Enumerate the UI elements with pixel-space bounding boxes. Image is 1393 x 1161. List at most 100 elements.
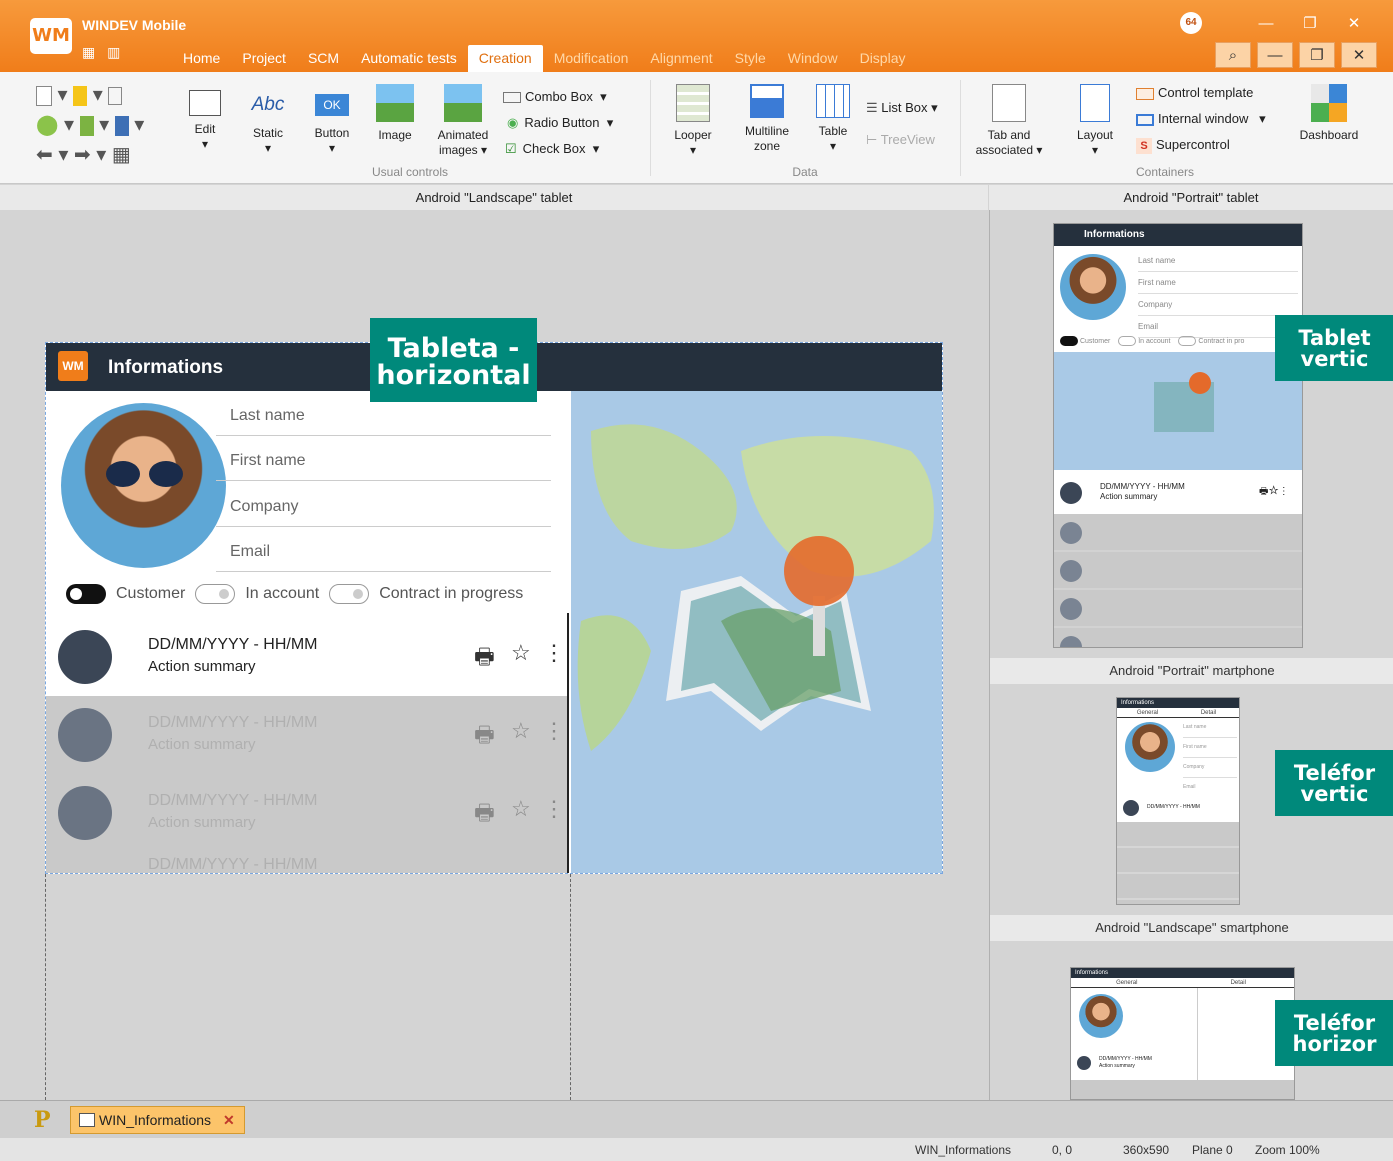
multiline-zone-button[interactable]: Multiline zone xyxy=(736,84,798,154)
print-icon[interactable]: 🖶 xyxy=(474,796,495,834)
mini-phone-photo xyxy=(1125,722,1175,772)
table-button[interactable]: Table ▾ xyxy=(810,84,856,154)
internal-window-label: Internal window xyxy=(1158,111,1249,126)
treeview-button[interactable]: ⊢ TreeView xyxy=(866,124,956,156)
star-icon[interactable]: ☆ xyxy=(511,640,531,666)
world-map-graphic xyxy=(577,424,934,751)
image-control-button[interactable]: Image xyxy=(372,84,418,143)
tab-style[interactable]: Style xyxy=(724,45,777,72)
supercontrol-button[interactable]: S Supercontrol xyxy=(1136,132,1296,158)
row-summary: Action summary xyxy=(148,814,256,831)
restore-button[interactable]: ❐ xyxy=(1291,12,1329,36)
tab-display[interactable]: Display xyxy=(849,45,917,72)
scrollbar[interactable] xyxy=(567,613,569,873)
in-account-toggle[interactable] xyxy=(195,584,236,604)
mini-toggle-label: In account xyxy=(1138,337,1171,345)
list-item[interactable]: DD/MM/YYYY - HH/MM xyxy=(46,852,568,873)
more-icon[interactable]: ⋮ xyxy=(543,718,565,744)
list-item[interactable]: DD/MM/YYYY - HH/MM Action summary 🖶 ☆ ⋮ xyxy=(46,774,568,852)
layout-button[interactable]: Layout ▾ xyxy=(1068,84,1122,158)
ribbon-separator xyxy=(650,80,651,176)
tablet-horizontal-callout: Tableta - horizontal xyxy=(370,318,537,402)
mini-fields: Last name First name Company Email xyxy=(1138,250,1298,338)
quick-access-toolbar[interactable]: ▦ ▥ xyxy=(82,44,124,61)
list-item[interactable]: DD/MM/YYYY - HH/MM Action summary 🖶 ☆ ⋮ xyxy=(46,618,568,696)
tab-home[interactable]: Home xyxy=(172,45,231,72)
tab-and-associated-button[interactable]: Tab and associated ▾ xyxy=(974,84,1044,158)
close-button[interactable]: ✕ xyxy=(1335,12,1373,36)
company-field[interactable]: Company xyxy=(216,487,551,527)
print-icon[interactable]: 🖶 xyxy=(474,640,495,678)
static-control-button[interactable]: Abc Static ▾ xyxy=(243,90,293,156)
tab-creation[interactable]: Creation xyxy=(467,45,543,72)
more-icon[interactable]: ⋮ xyxy=(543,796,565,822)
dashboard-button[interactable]: Dashboard xyxy=(1292,84,1366,143)
tablet-vertical-callout: Tablet vertic xyxy=(1275,315,1393,381)
check-box-button[interactable]: ☑ Check Box ▾ xyxy=(503,136,643,162)
radio-button-button[interactable]: ◉ Radio Button ▾ xyxy=(503,110,643,136)
tab-scm[interactable]: SCM xyxy=(297,45,350,72)
mini-toggles: Customer In account Contract in pro xyxy=(1060,336,1302,346)
last-name-field[interactable]: Last name xyxy=(216,396,551,436)
looper-label: Looper xyxy=(674,128,712,142)
mini-portrait-phone[interactable]: Informations General Detail Last name Fi… xyxy=(1116,697,1240,905)
star-icon[interactable]: ☆ xyxy=(511,796,531,822)
window-form-landscape[interactable]: WM Informations Last name First name Com… xyxy=(45,342,943,874)
status-zoom[interactable]: Zoom 100% xyxy=(1255,1143,1320,1157)
tab-window[interactable]: Window xyxy=(777,45,849,72)
more-icon[interactable]: ⋮ xyxy=(543,640,565,666)
mini-tablet-header: Informations xyxy=(1054,224,1302,246)
control-template-button[interactable]: Control template xyxy=(1136,80,1296,106)
list-box-button[interactable]: ☰ List Box ▾ xyxy=(866,92,956,124)
tab-modification[interactable]: Modification xyxy=(543,45,640,72)
mini-avatar xyxy=(1060,560,1082,582)
landscape-smartphone-header: Android "Landscape" smartphone xyxy=(990,915,1393,941)
inner-minimize-button[interactable]: — xyxy=(1257,42,1293,68)
print-icon[interactable]: 🖶 xyxy=(474,718,495,756)
checkbox-icon: ☑ xyxy=(505,141,517,156)
animated-images-button[interactable]: Animated images ▾ xyxy=(430,84,496,158)
looper-button[interactable]: Looper ▾ xyxy=(666,84,720,158)
close-tab-icon[interactable]: ✕ xyxy=(223,1112,235,1128)
undo-redo-icons[interactable]: ⬅ ▾ ➡ ▾ ▦ xyxy=(36,140,166,170)
callout-line-2: horizor xyxy=(1292,1032,1377,1056)
inner-restore-button[interactable]: ❐ xyxy=(1299,42,1335,68)
list-item[interactable]: DD/MM/YYYY - HH/MM Action summary 🖶 ☆ ⋮ xyxy=(46,696,568,774)
toggle-row: Customer In account Contract in progress xyxy=(66,583,566,605)
map-image[interactable] xyxy=(571,391,942,873)
tab-alignment[interactable]: Alignment xyxy=(639,45,723,72)
mini-row-summary: Action summary xyxy=(1099,1063,1135,1069)
inner-close-button[interactable]: ✕ xyxy=(1341,42,1377,68)
window-icon xyxy=(79,1113,95,1127)
combo-box-button[interactable]: Combo Box ▾ xyxy=(503,84,643,110)
new-file-icon[interactable]: ▾ ▾ xyxy=(36,80,166,110)
row-date: DD/MM/YYYY - HH/MM xyxy=(148,856,318,873)
android-icon[interactable]: ⬤ ▾ ▾ ▾ xyxy=(36,110,166,140)
tab-automatic-tests[interactable]: Automatic tests xyxy=(350,45,468,72)
minimize-button[interactable]: — xyxy=(1247,12,1285,36)
customer-toggle[interactable] xyxy=(66,584,106,604)
inner-window-controls: ⌕ — ❐ ✕ xyxy=(1215,42,1377,68)
tab-project[interactable]: Project xyxy=(231,45,297,72)
table-label: Table xyxy=(818,124,848,138)
avatar xyxy=(58,708,112,762)
ok-button-icon: OK xyxy=(315,94,349,116)
callout-line-1: Teléfor xyxy=(1293,1011,1376,1035)
email-field[interactable]: Email xyxy=(216,532,551,572)
profile-photo[interactable] xyxy=(61,403,226,568)
mini-field: First name xyxy=(1138,272,1298,294)
mini-landscape-phone[interactable]: Informations General Detail DD/MM/YYYY -… xyxy=(1070,967,1295,1100)
edit-control-button[interactable]: Edit ▾ xyxy=(180,90,230,152)
mini-field: First name xyxy=(1183,738,1237,758)
list-box-label: List Box xyxy=(881,100,928,115)
internal-window-button[interactable]: Internal window ▾ xyxy=(1136,106,1296,132)
mini-portrait-tablet[interactable]: Informations Last name First name Compan… xyxy=(1053,223,1303,648)
document-tab[interactable]: WIN_Informations ✕ xyxy=(70,1106,245,1134)
project-icon[interactable]: P xyxy=(34,1107,51,1133)
search-icon[interactable]: ⌕ xyxy=(1215,42,1251,68)
star-icon[interactable]: ☆ xyxy=(511,718,531,744)
button-control-button[interactable]: OK Button ▾ xyxy=(307,90,357,156)
first-name-field[interactable]: First name xyxy=(216,441,551,481)
contract-toggle[interactable] xyxy=(329,584,370,604)
guide-line-left xyxy=(45,874,46,1100)
